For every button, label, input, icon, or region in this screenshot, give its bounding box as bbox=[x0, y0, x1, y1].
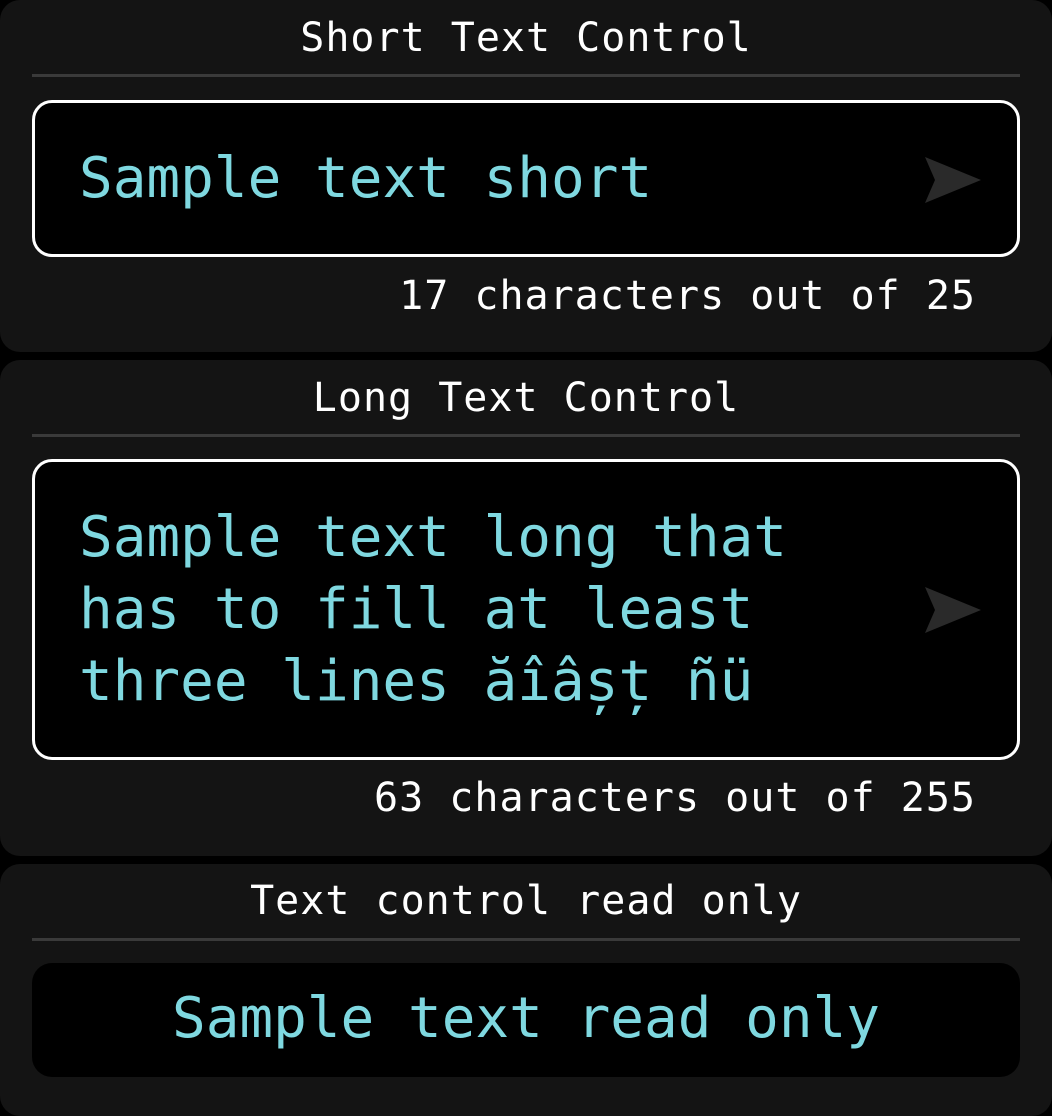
send-arrow-icon[interactable] bbox=[923, 155, 983, 205]
long-text-value[interactable]: Sample text long that has to fill at lea… bbox=[79, 502, 897, 718]
short-text-input[interactable]: Sample text short bbox=[32, 100, 1020, 257]
short-text-control-panel: Short Text Control Sample text short 17 … bbox=[0, 0, 1052, 352]
readonly-text-value: Sample text read only bbox=[171, 986, 880, 1051]
long-text-character-counter: 63 characters out of 255 bbox=[374, 775, 976, 821]
long-text-control-title: Long Text Control bbox=[312, 375, 740, 421]
divider bbox=[32, 434, 1020, 437]
short-text-control-title: Short Text Control bbox=[300, 15, 752, 61]
send-arrow-icon[interactable] bbox=[923, 585, 983, 635]
divider bbox=[32, 74, 1020, 77]
long-text-control-panel: Long Text Control Sample text long that … bbox=[0, 360, 1052, 856]
readonly-text-control-title: Text control read only bbox=[250, 878, 802, 924]
short-text-character-counter: 17 characters out of 25 bbox=[399, 273, 976, 319]
readonly-text-control-panel: Text control read only Sample text read … bbox=[0, 864, 1052, 1116]
long-text-input[interactable]: Sample text long that has to fill at lea… bbox=[32, 459, 1020, 760]
divider bbox=[32, 938, 1020, 941]
readonly-text-field: Sample text read only bbox=[32, 963, 1020, 1077]
short-text-value[interactable]: Sample text short bbox=[79, 143, 897, 215]
